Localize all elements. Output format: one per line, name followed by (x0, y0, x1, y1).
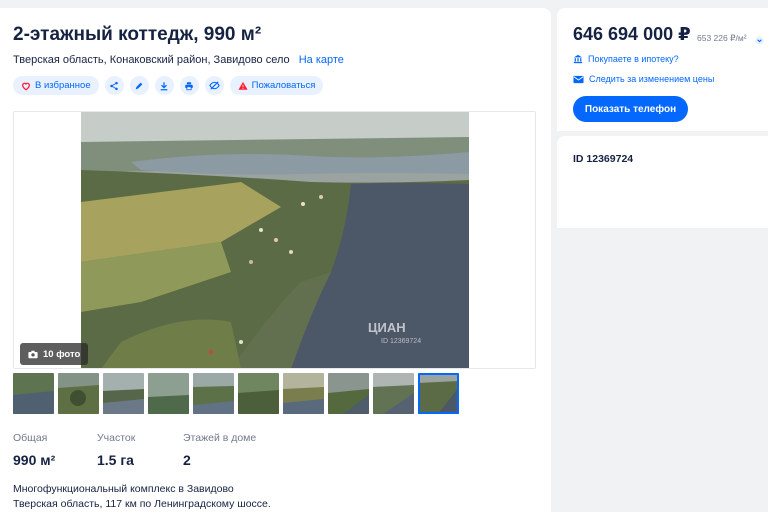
price-per-sqm: 653 226 ₽/м² (697, 33, 747, 43)
mail-icon (573, 75, 584, 83)
map-link[interactable]: На карте (299, 54, 344, 66)
share-icon (110, 81, 118, 90)
thumbnail-strip (13, 373, 459, 414)
mortgage-link[interactable]: Покупаете в ипотеку? (573, 54, 679, 64)
description: Многофункциональный комплекс в Завидово … (13, 482, 271, 512)
warning-icon (238, 81, 248, 90)
mortgage-label: Покупаете в ипотеку? (588, 54, 679, 64)
property-facts: Общая 990 м² Участок 1.5 га Этажей в дом… (13, 432, 303, 468)
camera-icon (28, 350, 38, 358)
thumbnail[interactable] (58, 373, 99, 414)
report-button[interactable]: Пожаловаться (229, 76, 324, 95)
watermark-id: ID 12369724 (381, 338, 422, 345)
fact-label: Общая (13, 432, 48, 444)
main-photo[interactable]: ЦИАН ID 12369724 (81, 112, 469, 368)
thumbnail[interactable] (373, 373, 414, 414)
action-bar: В избранное Пожаловаться (13, 76, 324, 95)
fact-floors: Этажей в доме 2 (183, 432, 303, 468)
photo-count-label: 10 фото (43, 348, 81, 360)
thumbnail[interactable] (148, 373, 189, 414)
description-line: Многофункциональный комплекс в Завидово (13, 483, 234, 495)
address-text: Тверская область, Конаковский район, Зав… (13, 54, 290, 66)
pencil-icon (135, 82, 143, 89)
price-subscribe-link[interactable]: Следить за изменением цены (573, 74, 714, 84)
thumbnail[interactable] (283, 373, 324, 414)
description-line: Тверская область, 117 км по Ленинградско… (13, 498, 271, 510)
favorite-button[interactable]: В избранное (13, 76, 99, 95)
report-label: Пожаловаться (251, 80, 316, 91)
fact-value: 2 (183, 452, 191, 468)
download-button[interactable] (154, 76, 174, 95)
hide-button[interactable] (204, 76, 224, 95)
thumbnail[interactable] (328, 373, 369, 414)
fact-value: 990 м² (13, 452, 56, 468)
share-button[interactable] (104, 76, 124, 95)
subscribe-label: Следить за изменением цены (589, 74, 715, 84)
hide-icon (208, 81, 220, 90)
edit-button[interactable] (129, 76, 149, 95)
thumbnail[interactable] (13, 373, 54, 414)
fact-total-area: Общая 990 м² (13, 432, 97, 468)
print-icon (185, 81, 193, 90)
price: 646 694 000 ₽ (573, 24, 691, 44)
heart-icon (22, 82, 30, 90)
listing-title: 2-этажный коттедж, 990 м² (13, 24, 262, 45)
favorite-label: В избранное (35, 80, 91, 91)
fact-value: 1.5 га (97, 452, 134, 468)
bank-icon (573, 54, 583, 64)
thumbnail[interactable] (238, 373, 279, 414)
download-icon (160, 81, 168, 90)
listing-id: ID 12369724 (573, 153, 634, 165)
fact-label: Этажей в доме (183, 432, 257, 444)
chevron-down-icon (755, 36, 764, 45)
print-button[interactable] (179, 76, 199, 95)
thumbnail[interactable] (103, 373, 144, 414)
price-details-toggle[interactable] (755, 32, 764, 50)
address: Тверская область, Конаковский район, Зав… (13, 54, 344, 66)
id-card (557, 136, 768, 228)
photo-gallery[interactable]: ЦИАН ID 12369724 10 фото (13, 111, 536, 369)
show-phone-button[interactable]: Показать телефон (573, 96, 688, 122)
photo-count-badge[interactable]: 10 фото (20, 343, 89, 365)
watermark-brand: ЦИАН (368, 320, 406, 335)
thumbnail-active[interactable] (418, 373, 459, 414)
fact-plot: Участок 1.5 га (97, 432, 183, 468)
thumbnail[interactable] (193, 373, 234, 414)
fact-label: Участок (97, 432, 136, 444)
